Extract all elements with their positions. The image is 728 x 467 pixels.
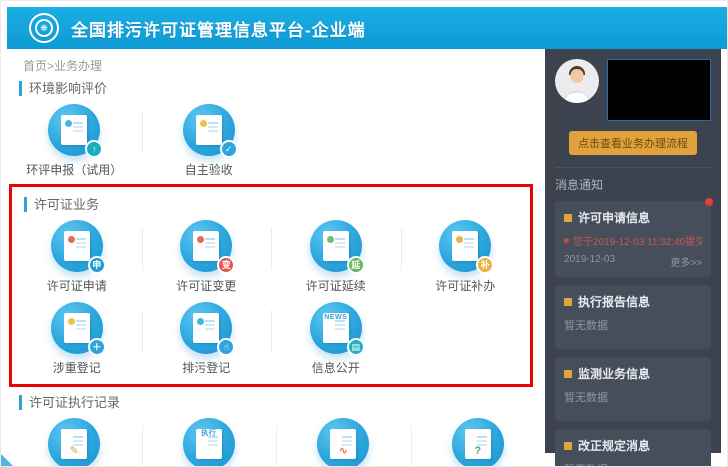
header-bar: ❋ 全国排污许可证管理信息平台-企业端: [7, 7, 727, 49]
app-icon-badge: ☝: [217, 338, 236, 356]
app-item[interactable]: ＋ 涉重登记: [12, 302, 142, 376]
view-process-button[interactable]: 点击查看业务办理流程: [569, 131, 698, 155]
permit-change-icon: 变: [180, 220, 236, 274]
permit-apply-icon: 申: [50, 220, 106, 274]
app-item-label: 涉重登记: [52, 361, 101, 375]
app-icon-badge: 申: [87, 256, 106, 274]
section-permit-grid: 申 许可证申请 变 许可证变更 延 许可证延续 补 许可证补办 ＋ 涉重登记 ☝…: [12, 220, 530, 376]
app-icon-badge: 变: [217, 256, 236, 274]
app-icon-badge: ＋: [87, 338, 106, 356]
section-permit-business: 许可证业务 申 许可证申请 变 许可证变更 延 许可证延续 补 许可证补办 ＋ …: [12, 197, 530, 376]
app-icon-badge: ▤: [346, 338, 365, 356]
notice-type-icon: [564, 369, 573, 378]
notice-list: 许可申请信息 您于2019-12-03 11:32:40提交的申.. 2019-…: [555, 198, 714, 466]
app-icon-badge: 延: [346, 256, 365, 274]
app-icon-badge: ✓: [219, 140, 238, 158]
platform-logo-icon: ❋: [29, 13, 59, 43]
app-item-label: 信息公开: [311, 361, 360, 375]
notice-date: 2019-12-03: [564, 254, 616, 265]
notice-card-title: 改正规定消息: [578, 439, 651, 453]
app-item[interactable]: ? 改正规定: [410, 418, 546, 466]
app-item[interactable]: 变 许可证变更: [141, 220, 272, 294]
notice-type-icon: [564, 441, 573, 450]
section-title-permit-business: 许可证业务: [24, 197, 530, 212]
app-item-label: 许可证延续: [305, 279, 366, 293]
notice-empty-text: 暂无数据: [564, 392, 609, 404]
app-item-label: 许可证补办: [435, 279, 496, 293]
notice-card-title: 监测业务信息: [578, 367, 651, 381]
app-item[interactable]: ☝ 排污登记: [141, 302, 272, 376]
monitor-record-icon: ∿: [317, 418, 370, 466]
app-item-label: 环评申报（试用）: [26, 163, 123, 177]
app-item[interactable]: 延 许可证延续: [271, 220, 401, 294]
correction-rule-icon: ?: [451, 418, 504, 466]
breadcrumb[interactable]: 首页>业务办理: [23, 57, 545, 73]
section-execution-grid: ✎ 台账记录 执行 执行报告 ∿ 监测记录: [7, 418, 546, 466]
notice-card-title: 执行报告信息: [578, 295, 651, 309]
app-item[interactable]: ∿ 监测记录: [276, 418, 411, 466]
notice-card: 监测业务信息 暂无数据: [555, 357, 712, 421]
notice-card: 执行报告信息 暂无数据: [555, 285, 712, 349]
notice-card-title: 许可申请信息: [578, 211, 651, 225]
notice-type-icon: [564, 213, 573, 222]
video-player[interactable]: [607, 59, 712, 121]
user-avatar: [555, 59, 600, 103]
app-icon-badge: ↑: [85, 140, 104, 158]
app-item[interactable]: 执行 执行报告: [141, 418, 277, 466]
section-title-eia: 环境影响评价: [19, 81, 545, 96]
notice-type-icon: [564, 297, 573, 306]
permit-renew-icon: 延: [309, 220, 365, 274]
app-item-label: 自主验收: [184, 163, 233, 177]
sidebar-divider: [555, 167, 712, 168]
app-icon-badge: 补: [476, 256, 495, 274]
ledger-record-icon: ✎: [48, 418, 101, 466]
info-disclosure-icon: NEWS ▤: [309, 302, 365, 356]
app-item[interactable]: 补 许可证补办: [400, 220, 531, 294]
section-execution-records: 许可证执行记录 ✎ 台账记录 执行 执行报告: [7, 395, 546, 466]
more-link[interactable]: 更多>>: [670, 254, 702, 269]
self-acceptance-icon: ✓: [182, 104, 238, 158]
main-content: 首页>业务办理 环境影响评价 ↑ 环评申报（试用） ✓ 自主验收 许可证业务 申…: [7, 49, 546, 466]
highlight-box: 许可证业务 申 许可证申请 变 许可证变更 延 许可证延续 补 许可证补办 ＋ …: [9, 184, 534, 387]
discharge-register-icon: ☝: [180, 302, 236, 356]
eia-declare-icon: ↑: [48, 104, 104, 158]
execution-report-icon: 执行: [182, 418, 235, 466]
section-title-execution-records: 许可证执行记录: [19, 395, 545, 410]
sidebar: 点击查看业务办理流程 消息通知 许可申请信息 您于2019-12-03 11:3…: [545, 49, 722, 466]
app-item-label: 许可证申请: [46, 279, 107, 293]
notice-card: 改正规定消息 暂无数据: [555, 429, 712, 466]
notices-title: 消息通知: [555, 178, 604, 192]
notice-empty-text: 暂无数据: [564, 461, 702, 466]
section-eia: 环境影响评价 ↑ 环评申报（试用） ✓ 自主验收: [7, 81, 545, 178]
app-item[interactable]: 申 许可证申请: [12, 220, 142, 294]
right-gap: [721, 49, 727, 466]
app-item-label: 许可证变更: [176, 279, 237, 293]
unread-dot-icon: [564, 238, 570, 243]
permit-reissue-icon: 补: [439, 220, 495, 274]
corner-artifact: [1, 454, 13, 466]
notice-card: 许可申请信息 您于2019-12-03 11:32:40提交的申.. 2019-…: [555, 198, 714, 277]
app-item[interactable]: ✓ 自主验收: [141, 104, 277, 178]
app-item[interactable]: ✎ 台账记录: [7, 418, 142, 466]
alert-dot-icon: [705, 198, 714, 206]
app-item[interactable]: NEWS ▤ 信息公开: [271, 302, 401, 376]
heavy-metal-register-icon: ＋: [50, 302, 106, 356]
notice-empty-text: 暂无数据: [564, 320, 609, 332]
notice-message[interactable]: 您于2019-12-03 11:32:40提交的申..: [564, 233, 702, 248]
app-item-label: 排污登记: [182, 361, 231, 375]
section-eia-grid: ↑ 环评申报（试用） ✓ 自主验收: [7, 104, 545, 178]
app-item[interactable]: ↑ 环评申报（试用）: [7, 104, 142, 178]
page-title: 全国排污许可证管理信息平台-企业端: [71, 20, 366, 40]
app-window: ❋ 全国排污许可证管理信息平台-企业端 首页>业务办理 环境影响评价 ↑ 环评申…: [0, 0, 728, 467]
